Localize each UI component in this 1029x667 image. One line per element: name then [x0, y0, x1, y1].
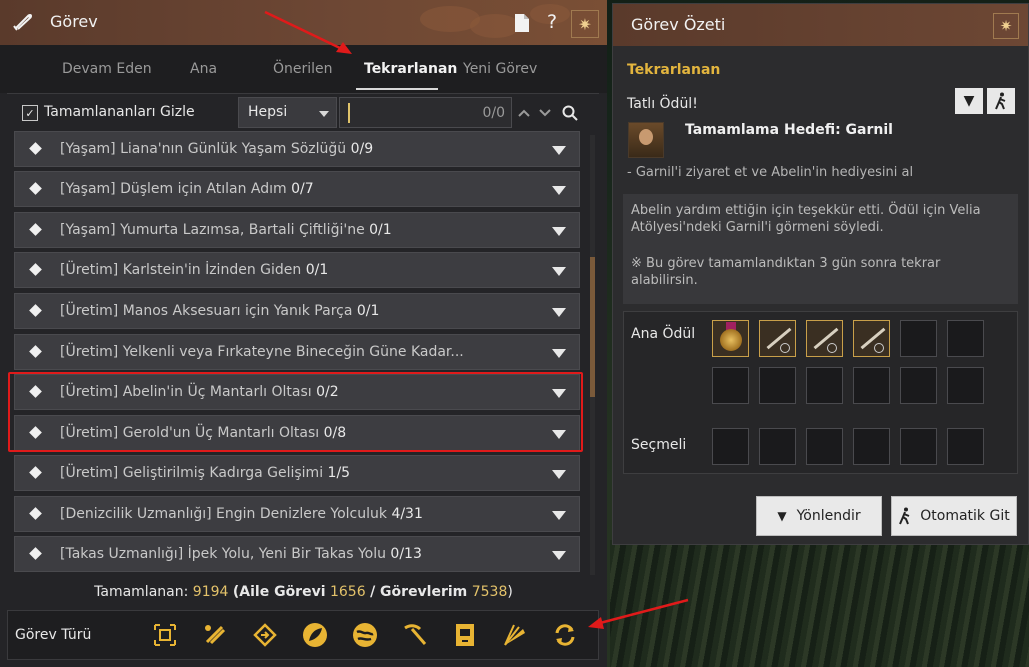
annotation-arrows [264, 10, 689, 629]
annotation-arrow-refresh [588, 598, 689, 629]
annotation-arrow-tab [264, 10, 352, 54]
